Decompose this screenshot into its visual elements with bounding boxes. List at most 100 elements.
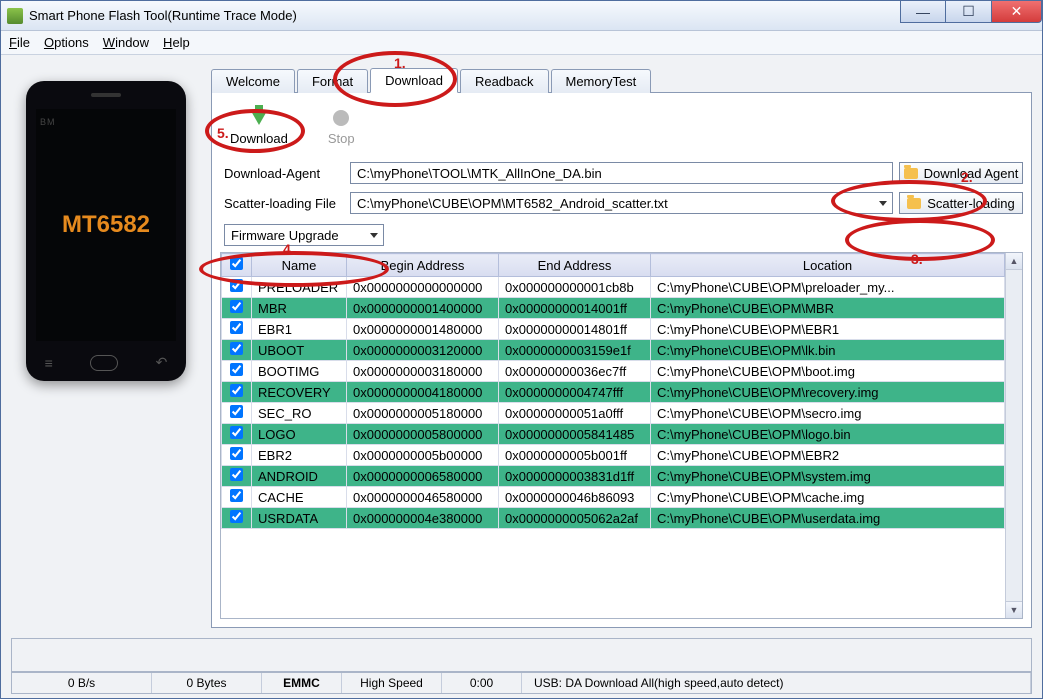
stop-icon [330,107,352,129]
row-check[interactable] [222,298,252,319]
table-row[interactable]: SEC_RO0x00000000051800000x00000000051a0f… [222,403,1005,424]
row-check[interactable] [222,445,252,466]
row-location: C:\myPhone\CUBE\OPM\EBR1 [651,319,1005,340]
tab-welcome[interactable]: Welcome [211,69,295,93]
row-begin: 0x0000000005b00000 [347,445,499,466]
row-end: 0x00000000051a0fff [499,403,651,424]
row-check[interactable] [222,319,252,340]
row-checkbox[interactable] [230,447,243,460]
row-checkbox[interactable] [230,300,243,313]
stop-button[interactable]: Stop [328,107,355,146]
row-check[interactable] [222,466,252,487]
table-row[interactable]: UBOOT0x00000000031200000x0000000003159e1… [222,340,1005,361]
header-name[interactable]: Name [252,254,347,277]
header-check[interactable] [222,254,252,277]
tab-download[interactable]: Download [370,68,458,93]
row-checkbox[interactable] [230,468,243,481]
table-row[interactable]: MBR0x00000000014000000x00000000014001ffC… [222,298,1005,319]
phone-back-icon: ↶ [156,354,168,371]
row-check[interactable] [222,487,252,508]
row-check[interactable] [222,361,252,382]
row-checkbox[interactable] [230,342,243,355]
status-mode: High Speed [342,673,442,693]
row-begin: 0x0000000000000000 [347,277,499,298]
row-checkbox[interactable] [230,363,243,376]
header-begin[interactable]: Begin Address [347,254,499,277]
row-checkbox[interactable] [230,510,243,523]
table-row[interactable]: BOOTIMG0x00000000031800000x00000000036ec… [222,361,1005,382]
maximize-button[interactable]: ☐ [946,1,992,23]
download-button[interactable]: Download [230,107,288,146]
row-name: RECOVERY [252,382,347,403]
menu-help[interactable]: Help [163,35,190,50]
row-checkbox[interactable] [230,384,243,397]
table-scrollbar[interactable]: ▲ ▼ [1005,253,1022,618]
window-controls: — ☐ ✕ [900,1,1042,23]
minimize-button[interactable]: — [900,1,946,23]
row-end: 0x0000000005b001ff [499,445,651,466]
row-location: C:\myPhone\CUBE\OPM\logo.bin [651,424,1005,445]
row-name: SEC_RO [252,403,347,424]
app-window: Smart Phone Flash Tool(Runtime Trace Mod… [0,0,1043,699]
row-begin: 0x0000000001480000 [347,319,499,340]
row-location: C:\myPhone\CUBE\OPM\userdata.img [651,508,1005,529]
titlebar: Smart Phone Flash Tool(Runtime Trace Mod… [1,1,1042,31]
row-check[interactable] [222,277,252,298]
download-agent-button-label: Download Agent [924,166,1019,181]
scroll-up-icon[interactable]: ▲ [1006,253,1022,270]
menu-window[interactable]: Window [103,35,149,50]
row-check[interactable] [222,403,252,424]
table-row[interactable]: EBR10x00000000014800000x00000000014801ff… [222,319,1005,340]
partition-table: Name Begin Address End Address Location … [221,253,1005,529]
row-check[interactable] [222,508,252,529]
row-end: 0x0000000004747fff [499,382,651,403]
phone-menu-icon: ≡ [45,355,53,371]
scatter-loading-button[interactable]: Scatter-loading [899,192,1023,214]
row-checkbox[interactable] [230,321,243,334]
content-area: Welcome Format Download Readback MemoryT… [211,65,1032,628]
scroll-down-icon[interactable]: ▼ [1006,601,1022,618]
table-row[interactable]: USRDATA0x000000004e3800000x0000000005062… [222,508,1005,529]
scatter-combo[interactable]: C:\myPhone\CUBE\OPM\MT6582_Android_scatt… [350,192,893,214]
scroll-track[interactable] [1006,270,1022,601]
partition-table-wrap: Name Begin Address End Address Location … [220,252,1023,619]
row-begin: 0x0000000004180000 [347,382,499,403]
row-end: 0x0000000003159e1f [499,340,651,361]
header-checkbox[interactable] [230,257,243,270]
table-row[interactable]: LOGO0x00000000058000000x0000000005841485… [222,424,1005,445]
row-begin: 0x0000000005800000 [347,424,499,445]
row-end: 0x0000000005841485 [499,424,651,445]
row-begin: 0x0000000005180000 [347,403,499,424]
download-mode-combo[interactable]: Firmware Upgrade [224,224,384,246]
header-end[interactable]: End Address [499,254,651,277]
table-row[interactable]: ANDROID0x00000000065800000x0000000003831… [222,466,1005,487]
row-checkbox[interactable] [230,489,243,502]
download-agent-label: Download-Agent [224,166,344,181]
tab-readback[interactable]: Readback [460,69,549,93]
menu-options[interactable]: Options [44,35,89,50]
row-name: BOOTIMG [252,361,347,382]
table-row[interactable]: CACHE0x00000000465800000x0000000046b8609… [222,487,1005,508]
status-time: 0:00 [442,673,522,693]
header-location[interactable]: Location [651,254,1005,277]
row-check[interactable] [222,382,252,403]
scatter-label: Scatter-loading File [224,196,344,211]
row-begin: 0x0000000003180000 [347,361,499,382]
tab-memorytest[interactable]: MemoryTest [551,69,652,93]
tab-format[interactable]: Format [297,69,368,93]
table-row[interactable]: EBR20x0000000005b000000x0000000005b001ff… [222,445,1005,466]
row-location: C:\myPhone\CUBE\OPM\system.img [651,466,1005,487]
tab-body: Download Stop Download-Agent Do [211,93,1032,628]
table-row[interactable]: RECOVERY0x00000000041800000x000000000474… [222,382,1005,403]
row-checkbox[interactable] [230,426,243,439]
menu-file[interactable]: File [9,35,30,50]
row-checkbox[interactable] [230,405,243,418]
row-check[interactable] [222,340,252,361]
partition-table-scroll[interactable]: Name Begin Address End Address Location … [221,253,1005,618]
table-row[interactable]: PRELOADER0x00000000000000000x00000000000… [222,277,1005,298]
row-check[interactable] [222,424,252,445]
row-checkbox[interactable] [230,279,243,292]
close-button[interactable]: ✕ [992,1,1042,23]
download-agent-input[interactable] [350,162,893,184]
download-agent-button[interactable]: Download Agent [899,162,1023,184]
